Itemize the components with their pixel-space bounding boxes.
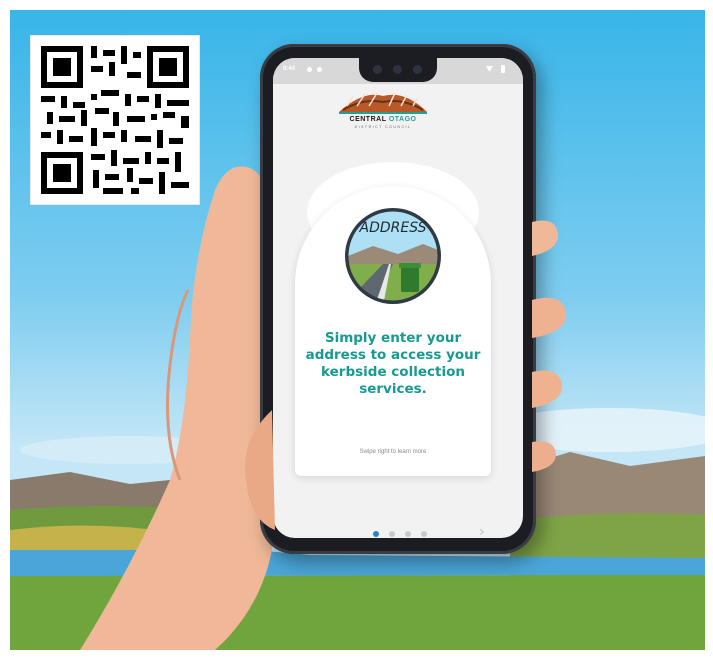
promo-image: 9:44 CENTRAL OTAGO DISTRICT COUNCIL ADDR…	[10, 10, 705, 650]
fingers-illustration	[245, 220, 567, 530]
